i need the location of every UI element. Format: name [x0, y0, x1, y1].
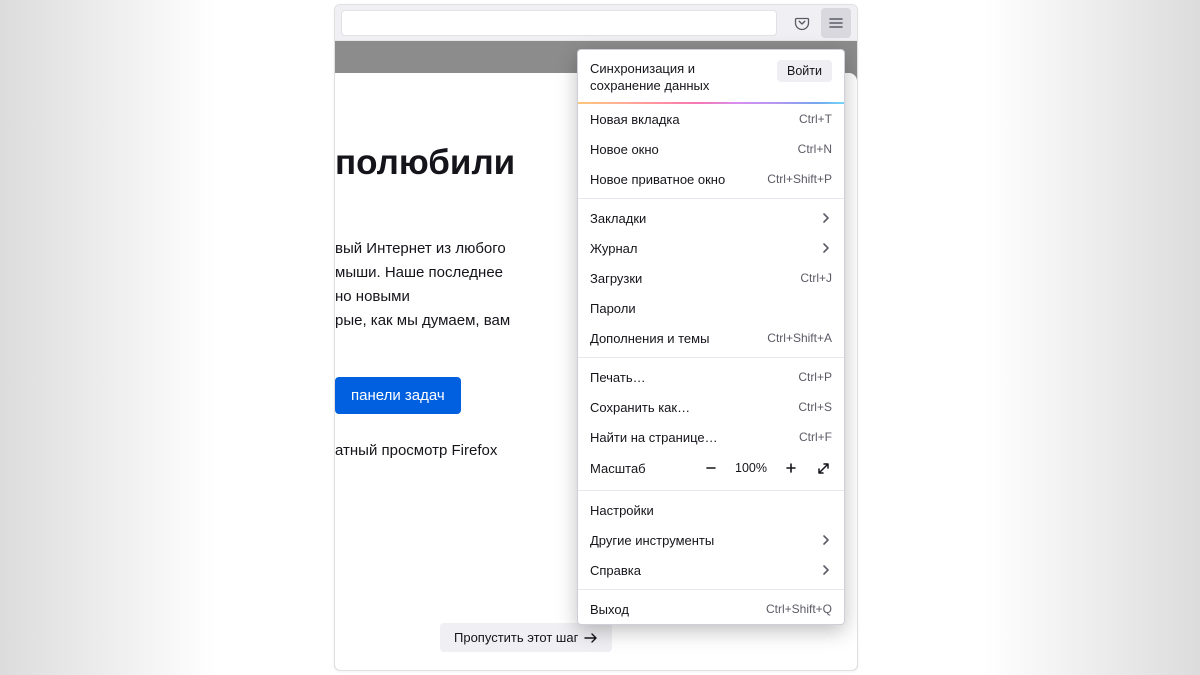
menu-item[interactable]: Новое окно Ctrl+N — [578, 134, 844, 164]
url-bar[interactable] — [341, 10, 777, 36]
menu-item[interactable]: Пароли — [578, 293, 844, 323]
menu-item-shortcut: Ctrl+N — [798, 142, 832, 156]
menu-item[interactable]: Закладки — [578, 203, 844, 233]
signin-button[interactable]: Войти — [777, 60, 832, 82]
signin-label: Войти — [787, 64, 822, 78]
zoom-controls: 100% — [700, 457, 834, 479]
menu-item[interactable]: Новая вкладка Ctrl+T — [578, 104, 844, 134]
menu-item-label: Новая вкладка — [590, 112, 680, 127]
fullscreen-icon — [817, 462, 830, 475]
sync-label: Синхронизация и сохранение данных — [590, 60, 760, 94]
menu-item-label: Загрузки — [590, 271, 642, 286]
chevron-right-icon — [820, 212, 832, 224]
menu-item[interactable]: Справка — [578, 555, 844, 585]
chevron-right-icon — [820, 534, 832, 546]
menu-item-label: Справка — [590, 563, 641, 578]
zoom-out-button[interactable] — [700, 457, 722, 479]
menu-item-shortcut: Ctrl+J — [800, 271, 832, 285]
chevron-right-icon — [820, 242, 832, 254]
sync-divider — [578, 102, 844, 104]
pocket-icon — [794, 15, 810, 31]
skip-step-button[interactable]: Пропустить этот шаг — [440, 623, 612, 652]
menu-item-label: Журнал — [590, 241, 637, 256]
menu-item[interactable]: Другие инструменты — [578, 525, 844, 555]
menu-item-label: Пароли — [590, 301, 636, 316]
zoom-value: 100% — [732, 461, 770, 475]
pin-taskbar-button[interactable]: панели задач — [335, 377, 461, 414]
menu-item[interactable]: Журнал — [578, 233, 844, 263]
zoom-in-button[interactable] — [780, 457, 802, 479]
menu-item[interactable]: Найти на странице… Ctrl+F — [578, 422, 844, 452]
cta-label: панели задач — [351, 387, 445, 404]
menu-item[interactable]: Сохранить как… Ctrl+S — [578, 392, 844, 422]
menu-group-tabs: Новая вкладкаCtrl+TНовое окноCtrl+NНовое… — [578, 104, 844, 194]
skip-label: Пропустить этот шаг — [454, 630, 578, 645]
menu-separator — [578, 490, 844, 491]
menu-item[interactable]: Печать… Ctrl+P — [578, 362, 844, 392]
hamburger-icon — [828, 15, 844, 31]
menu-group-page: Печать… Ctrl+P Сохранить как… Ctrl+S Найти н… — [578, 362, 844, 452]
menu-item-label: Закладки — [590, 211, 646, 226]
zoom-label: Масштаб — [590, 461, 692, 476]
menu-item-shortcut: Ctrl+P — [798, 370, 832, 384]
fullscreen-button[interactable] — [812, 457, 834, 479]
menu-item-label: Другие инструменты — [590, 533, 714, 548]
sync-row: Синхронизация и сохранение данных Войти — [578, 50, 844, 102]
menu-item-label: Дополнения и темы — [590, 331, 709, 346]
chevron-right-icon — [820, 564, 832, 576]
menu-item[interactable]: Настройки — [578, 495, 844, 525]
menu-item[interactable]: Выход Ctrl+Shift+Q — [578, 594, 844, 624]
minus-icon — [705, 462, 717, 474]
menu-separator — [578, 198, 844, 199]
menu-item[interactable]: Новое приватное окно Ctrl+Shift+P — [578, 164, 844, 194]
menu-item-shortcut: Ctrl+Shift+Q — [766, 602, 832, 616]
menu-separator — [578, 589, 844, 590]
browser-toolbar — [335, 5, 857, 41]
menu-group-tools: Настройки Другие инструменты Справка — [578, 495, 844, 585]
menu-item-label: Настройки — [590, 503, 654, 518]
menu-item-label: Печать… — [590, 370, 646, 385]
menu-item-label: Найти на странице… — [590, 430, 718, 445]
menu-zoom-row: Масштаб 100% — [578, 452, 844, 486]
menu-item-shortcut: Ctrl+T — [799, 112, 832, 126]
menu-group-library: Закладки Журнал Загрузки Ctrl+J Пароли Дополн… — [578, 203, 844, 353]
menu-group-exit: Выход Ctrl+Shift+Q — [578, 594, 844, 624]
menu-item-shortcut: Ctrl+F — [799, 430, 832, 444]
arrow-right-icon — [584, 632, 598, 644]
pocket-button[interactable] — [787, 8, 817, 38]
app-menu-button[interactable] — [821, 8, 851, 38]
menu-item-label: Новое приватное окно — [590, 172, 725, 187]
menu-item-label: Выход — [590, 602, 629, 617]
menu-item-label: Сохранить как… — [590, 400, 690, 415]
menu-item-shortcut: Ctrl+Shift+A — [767, 331, 832, 345]
menu-item-shortcut: Ctrl+S — [798, 400, 832, 414]
app-menu-panel: Синхронизация и сохранение данных Войти … — [577, 49, 845, 625]
plus-icon — [785, 462, 797, 474]
browser-window: полюбили вый Интернет из любого мыши. На… — [334, 4, 858, 671]
menu-item-shortcut: Ctrl+Shift+P — [767, 172, 832, 186]
menu-separator — [578, 357, 844, 358]
menu-item[interactable]: Дополнения и темы Ctrl+Shift+A — [578, 323, 844, 353]
menu-item[interactable]: Загрузки Ctrl+J — [578, 263, 844, 293]
menu-item-label: Новое окно — [590, 142, 659, 157]
